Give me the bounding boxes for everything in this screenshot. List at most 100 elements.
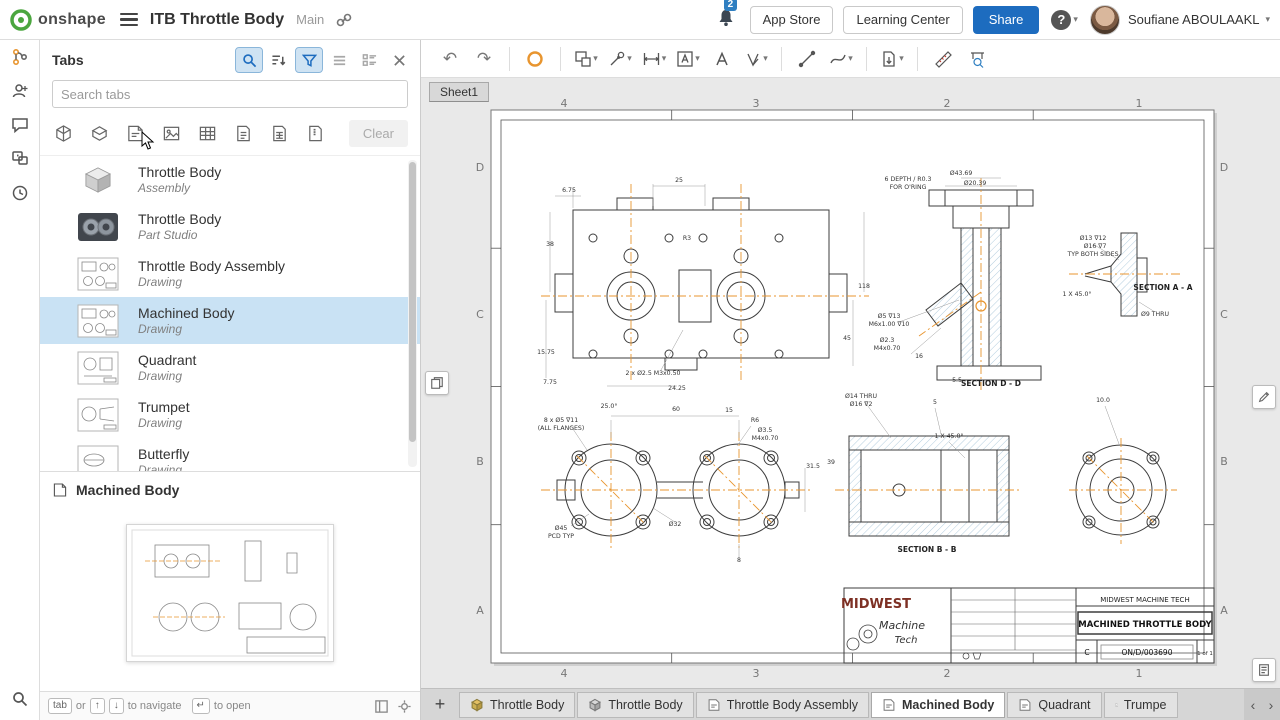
detail-view-button[interactable]	[356, 48, 382, 72]
drawing-annotation: Ø43.69	[950, 169, 973, 177]
tab-list-item-trumpet[interactable]: Trumpet Drawing	[40, 391, 420, 438]
main-area: ↶ ↷ ▾ ▾ ▾ ▾	[421, 40, 1280, 720]
circle-tool-icon	[526, 50, 544, 68]
workspace-name[interactable]: Main	[296, 12, 324, 27]
help-menu-button[interactable]: ? ▾	[1051, 10, 1078, 30]
tab-list-item-butterfly[interactable]: Butterfly Drawing	[40, 438, 420, 471]
drawing-annotation: R6	[751, 417, 759, 424]
drawing-annotation: Ø2.3	[880, 336, 895, 344]
drawing-annotation: 25	[675, 177, 683, 184]
circle-tool-button[interactable]	[518, 45, 552, 73]
text-button[interactable]	[705, 45, 739, 73]
filter-assembly-icon[interactable]	[52, 123, 74, 145]
doc-tab-assembly-drawing[interactable]: Throttle Body Assembly	[696, 692, 869, 718]
panel-layout-icon[interactable]	[374, 699, 389, 714]
export-dxf-icon	[880, 50, 898, 68]
doc-tab-trumpet[interactable]: Trumpe	[1104, 692, 1178, 718]
filter-partstudio-icon[interactable]	[88, 123, 110, 145]
panel-search-button[interactable]	[236, 48, 262, 72]
share-link-icon[interactable]	[336, 12, 352, 28]
measure-button[interactable]	[926, 45, 960, 73]
tabs-scroll-right-button[interactable]: ›	[1262, 689, 1280, 720]
surface-finish-button[interactable]: ▾	[739, 45, 773, 73]
undo-button[interactable]: ↶	[433, 45, 467, 73]
sheet-list-button[interactable]	[1252, 658, 1276, 682]
doc-tab-label: Throttle Body Assembly	[727, 698, 858, 712]
doc-tab-assembly[interactable]: Throttle Body	[459, 692, 575, 718]
filter-spreadsheet-icon[interactable]	[268, 123, 290, 145]
drawing-annotation: 15	[725, 407, 733, 414]
drawing-page-icon	[52, 482, 68, 498]
follow-mode-icon[interactable]	[0, 74, 40, 108]
filter-image-icon[interactable]	[160, 123, 182, 145]
close-panel-button[interactable]	[386, 48, 412, 72]
sheet-list-icon	[1257, 663, 1271, 677]
tabs-scroll-left-button[interactable]: ‹	[1244, 689, 1262, 720]
versions-icon[interactable]	[0, 40, 40, 74]
drawing-tab-icon	[1115, 698, 1118, 712]
doc-tab-label: Machined Body	[902, 698, 994, 712]
drawing-annotation: B	[1220, 455, 1228, 468]
bottom-search-icon[interactable]	[0, 682, 40, 716]
onshape-logo[interactable]: onshape	[10, 9, 106, 31]
add-tab-button[interactable]: +	[427, 692, 453, 718]
filter-table-icon[interactable]	[196, 123, 218, 145]
caliper-button[interactable]	[960, 45, 994, 73]
notifications-button[interactable]: 2	[716, 8, 736, 31]
drawing-annotation: M6x1.00 ∇10	[869, 321, 910, 328]
dimension-button[interactable]: ▾	[637, 45, 671, 73]
callout-button[interactable]: ▾	[603, 45, 637, 73]
down-key: ↓	[109, 698, 124, 714]
drawing-canvas-area[interactable]: 43214321DCBADCBA6.75253815.757.7524.252 …	[421, 78, 1280, 688]
drawing-thumbnail	[76, 349, 120, 387]
main-menu-icon[interactable]	[120, 13, 138, 27]
drawing-annotation: 1 X 45.0°	[1063, 290, 1092, 298]
user-avatar[interactable]	[1090, 5, 1120, 35]
spline-tool-button[interactable]: ▾	[824, 45, 858, 73]
drawing-annotation: 1	[1136, 667, 1143, 680]
tab-list-item-drawing-1[interactable]: Throttle Body Assembly Drawing	[40, 250, 420, 297]
panel-settings-icon[interactable]	[397, 699, 412, 714]
comments-icon[interactable]	[0, 108, 40, 142]
doc-tab-partstudio[interactable]: Throttle Body	[577, 692, 693, 718]
filter-button[interactable]	[296, 48, 322, 72]
doc-tab-quadrant[interactable]: Quadrant	[1007, 692, 1101, 718]
clear-filters-button[interactable]: Clear	[349, 120, 408, 147]
help-forum-icon[interactable]	[0, 142, 40, 176]
filter-drawing-icon[interactable]	[124, 123, 146, 145]
insert-view-button[interactable]: ▾	[569, 45, 603, 73]
user-menu-caret-icon[interactable]: ▾	[1265, 14, 1270, 25]
learning-center-button[interactable]: Learning Center	[843, 6, 962, 34]
drawing-annotation: 8	[737, 557, 741, 564]
tab-preview: Machined Body	[40, 471, 420, 691]
tab-item-type: Drawing	[138, 369, 196, 384]
note-icon	[676, 50, 694, 68]
export-dxf-button[interactable]: ▾	[875, 45, 909, 73]
tab-item-type: Part Studio	[138, 228, 221, 243]
line-tool-button[interactable]	[790, 45, 824, 73]
tab-list-item-assembly[interactable]: Throttle Body Assembly	[40, 156, 420, 203]
drawing-annotation: 31.5	[806, 463, 820, 470]
app-store-button[interactable]: App Store	[750, 6, 834, 34]
share-button[interactable]: Share	[973, 6, 1040, 34]
search-tabs-input[interactable]	[52, 80, 408, 108]
edit-appearance-button[interactable]	[1252, 385, 1276, 409]
filter-pdf-icon[interactable]	[232, 123, 254, 145]
tab-list-item-partstudio[interactable]: Throttle Body Part Studio	[40, 203, 420, 250]
sheets-panel-toggle-button[interactable]	[425, 371, 449, 395]
note-button[interactable]: ▾	[671, 45, 705, 73]
list-view-button[interactable]	[326, 48, 352, 72]
sort-button[interactable]	[266, 48, 292, 72]
drawing-annotation: Ø13 ∇12	[1080, 234, 1107, 242]
tab-list-item-machined-body[interactable]: Machined Body Drawing	[40, 297, 420, 344]
filter-blob-icon[interactable]	[304, 123, 326, 145]
sheet-tab[interactable]: Sheet1	[429, 82, 489, 102]
drawing-annotation: 1	[1136, 97, 1143, 110]
tab-list-item-quadrant[interactable]: Quadrant Drawing	[40, 344, 420, 391]
preview-thumbnail[interactable]	[126, 524, 334, 662]
drawing-sheet[interactable]: 43214321DCBADCBA6.75253815.757.7524.252 …	[421, 78, 1280, 688]
doc-tab-machined-body[interactable]: Machined Body	[871, 692, 1005, 718]
tab-list-scrollbar[interactable]	[408, 160, 417, 467]
history-icon[interactable]	[0, 176, 40, 210]
redo-button[interactable]: ↷	[467, 45, 501, 73]
